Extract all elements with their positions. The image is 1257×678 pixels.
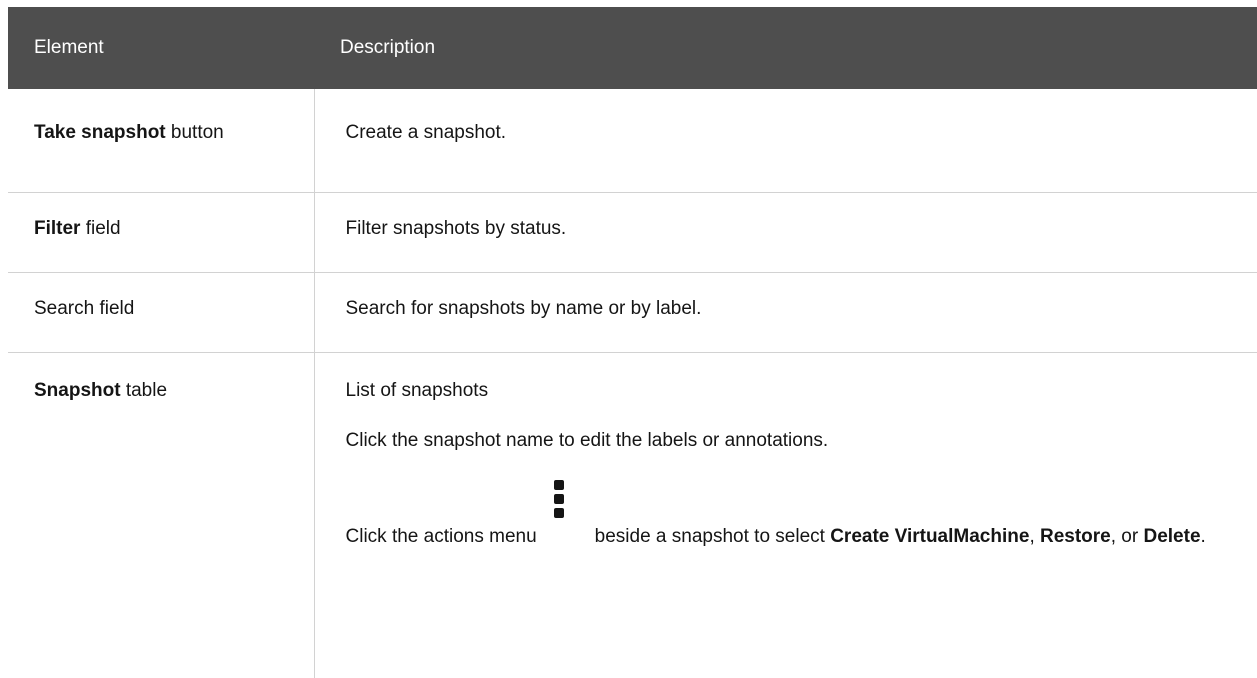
element-name: Filter <box>34 218 80 239</box>
description-text: Filter snapshots by status. <box>346 218 567 239</box>
element-name: Take snapshot <box>34 122 166 143</box>
description-cell: Filter snapshots by status. <box>314 193 1257 273</box>
description-paragraph: Click the actions menu beside a snapshot … <box>346 524 1257 550</box>
kebab-vertical-icon <box>554 480 564 524</box>
table-row: Snapshot table List of snapshots Click t… <box>8 353 1257 678</box>
actions-menu-icon-wrap <box>537 524 595 550</box>
description-text: Create a snapshot. <box>346 122 507 143</box>
description-cell: List of snapshots Click the snapshot nam… <box>314 353 1257 678</box>
header-description: Description <box>314 7 1257 89</box>
table-row: Take snapshot button Create a snapshot. <box>8 89 1257 193</box>
action-delete: Delete <box>1143 526 1200 547</box>
element-cell: Filter field <box>8 193 314 273</box>
element-type: field <box>80 218 120 239</box>
table-row: Search field Search for snapshots by nam… <box>8 273 1257 353</box>
element-cell: Search field <box>8 273 314 353</box>
element-type: table <box>121 380 167 401</box>
separator: , <box>1029 526 1040 547</box>
description-paragraph: List of snapshots <box>346 378 1257 404</box>
element-type: Search field <box>34 298 134 319</box>
table-row: Filter field Filter snapshots by status. <box>8 193 1257 273</box>
table-header: Element Description <box>8 7 1257 89</box>
action-create-vm: Create VirtualMachine <box>830 526 1029 547</box>
separator: , or <box>1111 526 1144 547</box>
description-text: Click the actions menu <box>346 526 537 547</box>
element-cell: Take snapshot button <box>8 89 314 193</box>
element-type: button <box>166 122 224 143</box>
description-cell: Create a snapshot. <box>314 89 1257 193</box>
element-cell: Snapshot table <box>8 353 314 678</box>
header-element: Element <box>8 7 314 89</box>
period: . <box>1201 526 1206 547</box>
description-cell: Search for snapshots by name or by label… <box>314 273 1257 353</box>
description-paragraph: Click the snapshot name to edit the labe… <box>346 428 1257 454</box>
element-name: Snapshot <box>34 380 121 401</box>
description-text: Search for snapshots by name or by label… <box>346 298 702 319</box>
header-row: Element Description <box>8 7 1257 89</box>
elements-table: Element Description Take snapshot button… <box>8 7 1257 678</box>
action-restore: Restore <box>1040 526 1111 547</box>
description-text: beside a snapshot to select <box>595 526 831 547</box>
